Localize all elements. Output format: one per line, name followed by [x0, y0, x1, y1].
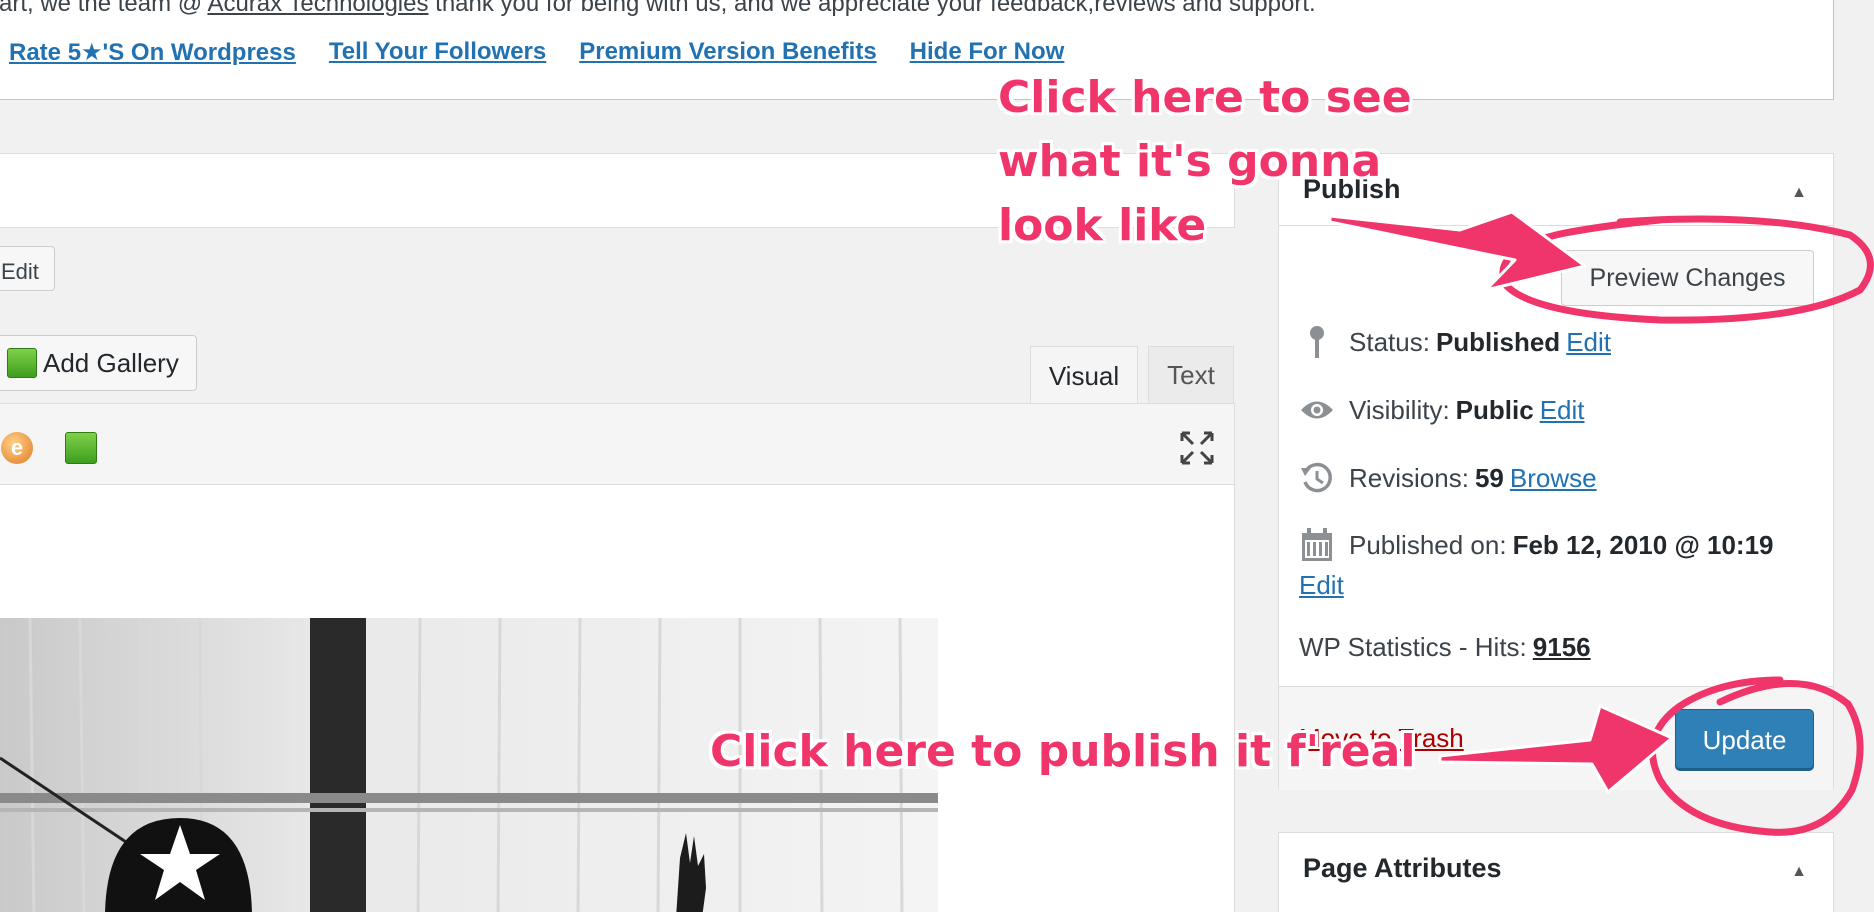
visibility-row: Visibility: Public Edit — [1299, 392, 1585, 428]
preview-annotation: Click here to see what it's gonna look l… — [998, 66, 1412, 258]
update-button[interactable]: Update — [1675, 709, 1814, 771]
notice-text-prefix: art, we the team @ — [0, 0, 208, 17]
collapse-arrow-icon[interactable]: ▲ — [1791, 184, 1807, 202]
stats-hits-link[interactable]: 9156 — [1533, 632, 1591, 663]
preview-annotation-line3: look like — [998, 200, 1207, 251]
eye-icon — [1299, 392, 1335, 428]
preview-annotation-line2: what it's gonna — [998, 136, 1382, 187]
editor-toolbar: e — [0, 403, 1235, 485]
collapse-arrow-icon[interactable]: ▲ — [1791, 863, 1807, 881]
premium-benefits-link[interactable]: Premium Version Benefits — [579, 38, 876, 67]
history-icon — [1299, 460, 1335, 496]
emoji-icon[interactable]: e — [1, 432, 33, 464]
published-date: Feb 12, 2010 @ 10:19 — [1512, 529, 1774, 560]
status-edit-link[interactable]: Edit — [1566, 327, 1611, 358]
rate-wordpress-link[interactable]: Rate 5★'S On Wordpress — [9, 38, 296, 67]
company-link[interactable]: Acurax Technologies — [207, 0, 428, 17]
update-annotation: Click here to publish it f'real — [710, 726, 1416, 777]
notice-text: art, we the team @ Acurax Technologies t… — [0, 0, 1316, 18]
visibility-label: Visibility: — [1349, 394, 1450, 425]
page-attributes-title[interactable]: Page Attributes — [1303, 853, 1502, 884]
status-value: Published — [1435, 326, 1561, 357]
published-label: Published on: — [1349, 529, 1507, 560]
published-edit-link[interactable]: Edit — [1299, 570, 1344, 601]
revisions-browse-link[interactable]: Browse — [1510, 463, 1597, 494]
revisions-row: Revisions: 59 Browse — [1299, 460, 1597, 496]
page-attributes-box: Page Attributes ▲ — [1278, 832, 1834, 912]
permalink-edit-button[interactable]: Edit — [0, 246, 55, 291]
visibility-value: Public — [1455, 394, 1534, 425]
pin-icon — [1299, 324, 1335, 360]
status-label: Status: — [1349, 326, 1430, 357]
hide-notice-link[interactable]: Hide For Now — [910, 38, 1065, 67]
visibility-edit-link[interactable]: Edit — [1540, 395, 1585, 426]
editor-tabs: Visual Text — [0, 346, 1235, 406]
calendar-icon — [1299, 527, 1335, 563]
revisions-count: 59 — [1474, 462, 1504, 493]
preview-annotation-line1: Click here to see — [998, 72, 1412, 123]
fullscreen-icon[interactable] — [1177, 428, 1217, 468]
review-notice: art, we the team @ Acurax Technologies t… — [0, 0, 1834, 100]
stats-label: WP Statistics - Hits: — [1299, 632, 1527, 662]
preview-changes-button[interactable]: Preview Changes — [1561, 250, 1814, 306]
tell-followers-link[interactable]: Tell Your Followers — [329, 38, 546, 67]
tab-visual[interactable]: Visual — [1030, 346, 1138, 406]
tab-text[interactable]: Text — [1148, 346, 1234, 404]
gallery-toolbar-icon[interactable] — [65, 432, 97, 464]
published-row: Published on: Feb 12, 2010 @ 10:19 — [1299, 527, 1780, 563]
status-row: Status: Published Edit — [1299, 324, 1611, 360]
statistics-row: WP Statistics - Hits: 9156 — [1299, 632, 1597, 663]
notice-links: Rate 5★'S On Wordpress Tell Your Followe… — [9, 38, 1064, 67]
revisions-label: Revisions: — [1349, 462, 1469, 493]
notice-text-suffix: thank you for being with us, and we appr… — [428, 0, 1316, 17]
